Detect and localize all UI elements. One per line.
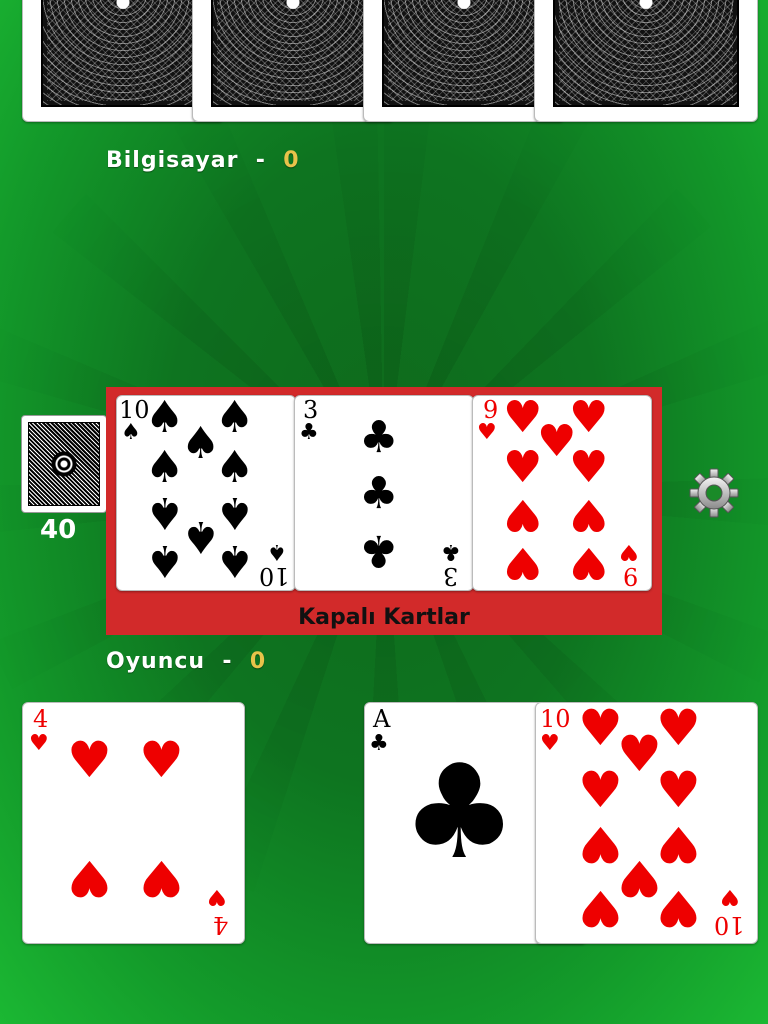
opponent-name: Bilgisayar (106, 148, 239, 173)
heart-icon: ♥ (720, 884, 740, 909)
face-down-cards-panel: 10 ♠ ♠ ♠ ♠ ♠ ♠ ♠ ♠ ♠ ♠ ♠ ♠ 10 3 ♣ ♣ ♣ ♣ … (106, 387, 662, 635)
heart-icon: ♥ (67, 849, 112, 907)
club-icon: ♣ (299, 420, 319, 445)
spade-icon: ♠ (215, 442, 255, 493)
card-rank: 10 (540, 705, 571, 733)
club-icon: ♣ (359, 468, 399, 519)
spade-icon: ♠ (215, 487, 255, 538)
card-rank: 9 (483, 396, 499, 424)
card-rank: 9 (623, 562, 639, 590)
heart-icon: ♥ (569, 537, 609, 588)
card-rank: 3 (303, 396, 319, 424)
heart-icon: ♥ (619, 539, 639, 564)
heart-icon: ♥ (569, 442, 609, 493)
opponent-card-4 (534, 0, 758, 122)
heart-icon: ♥ (656, 879, 701, 937)
spade-icon: ♠ (121, 420, 141, 445)
heart-icon: ♥ (503, 442, 543, 493)
card-rank: 4 (33, 705, 49, 733)
heart-icon: ♥ (29, 731, 49, 756)
hand-card-4-hearts[interactable]: 4 ♥ ♥ ♥ ♥ ♥ ♥ 4 (22, 702, 245, 944)
heart-icon: ♥ (139, 849, 184, 907)
heart-icon: ♥ (503, 489, 543, 540)
player-name: Oyuncu (106, 649, 206, 674)
club-icon: ♣ (369, 731, 389, 756)
opponent-score: 0 (283, 148, 300, 173)
player-label: Oyuncu - 0 (106, 649, 266, 674)
spade-icon: ♠ (145, 395, 185, 443)
card-rank: 4 (213, 911, 229, 939)
club-icon: ♣ (441, 539, 461, 564)
deck-count: 40 (40, 515, 77, 545)
club-icon: ♣ (401, 736, 518, 888)
card-rank: 10 (259, 562, 290, 590)
heart-icon: ♥ (656, 761, 701, 819)
spade-icon: ♠ (267, 539, 287, 564)
spade-icon: ♠ (145, 487, 185, 538)
heart-icon: ♥ (578, 879, 623, 937)
center-card-3-clubs: 3 ♣ ♣ ♣ ♣ ♣ 3 (294, 395, 474, 591)
heart-icon: ♥ (656, 702, 701, 757)
club-icon: ♣ (359, 412, 399, 463)
heart-icon: ♥ (569, 489, 609, 540)
spade-icon: ♠ (145, 442, 185, 493)
draw-deck (21, 415, 107, 513)
center-card-10-spades: 10 ♠ ♠ ♠ ♠ ♠ ♠ ♠ ♠ ♠ ♠ ♠ ♠ 10 (116, 395, 296, 591)
opponent-label: Bilgisayar - 0 (106, 148, 300, 173)
card-rank: A (373, 705, 391, 733)
heart-icon: ♥ (578, 761, 623, 819)
opponent-separator: - (255, 148, 266, 173)
heart-icon: ♥ (477, 420, 497, 445)
center-card-9-hearts: 9 ♥ ♥ ♥ ♥ ♥ ♥ ♥ ♥ ♥ ♥ ♥ 9 (472, 395, 652, 591)
heart-icon: ♥ (540, 731, 560, 756)
card-rank: 3 (443, 562, 459, 590)
card-rank: 10 (714, 911, 745, 939)
heart-icon: ♥ (656, 815, 701, 873)
heart-icon: ♥ (207, 884, 227, 909)
spade-icon: ♠ (145, 535, 185, 586)
hand-card-10-hearts[interactable]: 10 ♥ ♥ ♥ ♥ ♥ ♥ ♥ ♥ ♥ ♥ ♥ ♥ 10 (535, 702, 758, 944)
panel-caption: Kapalı Kartlar (298, 605, 470, 630)
spade-icon: ♠ (215, 395, 255, 443)
gear-icon[interactable] (688, 467, 740, 519)
player-separator: - (222, 649, 233, 674)
club-icon: ♣ (359, 525, 399, 576)
player-score: 0 (249, 649, 267, 674)
spade-icon: ♠ (215, 535, 255, 586)
heart-icon: ♥ (67, 731, 112, 789)
heart-icon: ♥ (139, 731, 184, 789)
heart-icon: ♥ (503, 537, 543, 588)
